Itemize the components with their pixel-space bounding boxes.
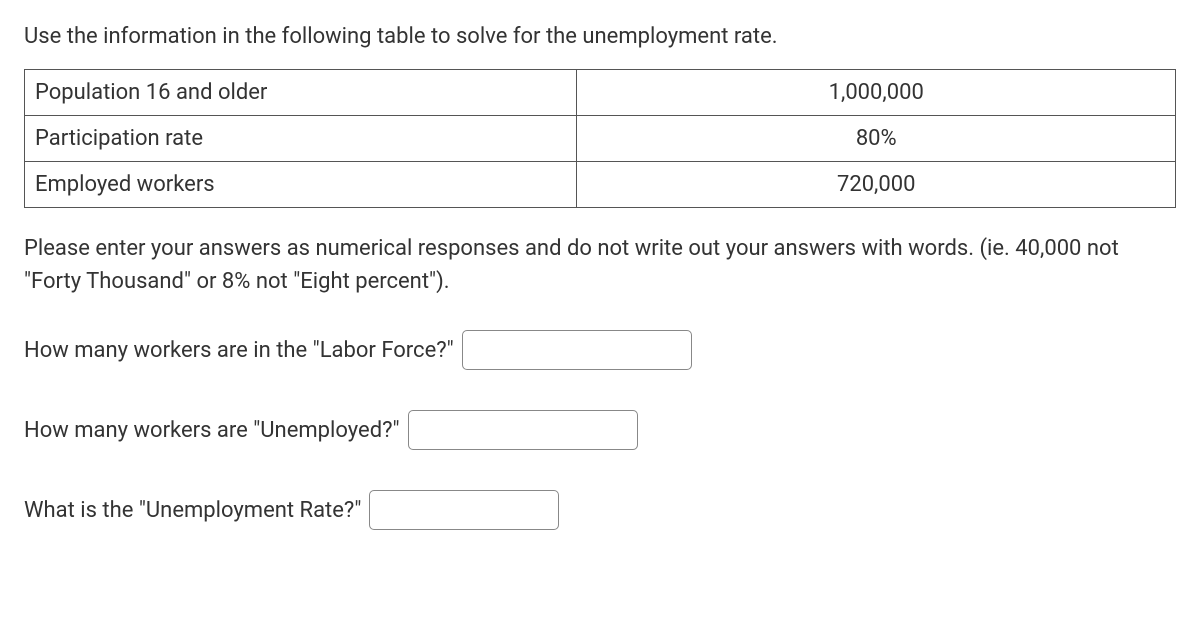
- unemployment-rate-input[interactable]: [369, 490, 559, 530]
- labor-force-input[interactable]: [462, 330, 692, 370]
- table-value: 80%: [577, 116, 1176, 162]
- instructions-text: Please enter your answers as numerical r…: [24, 232, 1176, 298]
- table-row: Employed workers 720,000: [25, 162, 1176, 208]
- table-label: Employed workers: [25, 162, 577, 208]
- table-value: 720,000: [577, 162, 1176, 208]
- question-text: How many workers are "Unemployed?": [24, 414, 400, 447]
- table-label: Participation rate: [25, 116, 577, 162]
- question-unemployment-rate: What is the "Unemployment Rate?": [24, 490, 1176, 530]
- question-text: What is the "Unemployment Rate?": [24, 494, 361, 527]
- table-row: Population 16 and older 1,000,000: [25, 70, 1176, 116]
- data-table: Population 16 and older 1,000,000 Partic…: [24, 69, 1176, 208]
- question-unemployed: How many workers are "Unemployed?": [24, 410, 1176, 450]
- question-text: How many workers are in the "Labor Force…: [24, 334, 454, 367]
- table-value: 1,000,000: [577, 70, 1176, 116]
- question-labor-force: How many workers are in the "Labor Force…: [24, 330, 1176, 370]
- table-label: Population 16 and older: [25, 70, 577, 116]
- unemployed-input[interactable]: [408, 410, 638, 450]
- table-row: Participation rate 80%: [25, 116, 1176, 162]
- intro-text: Use the information in the following tab…: [24, 20, 1176, 53]
